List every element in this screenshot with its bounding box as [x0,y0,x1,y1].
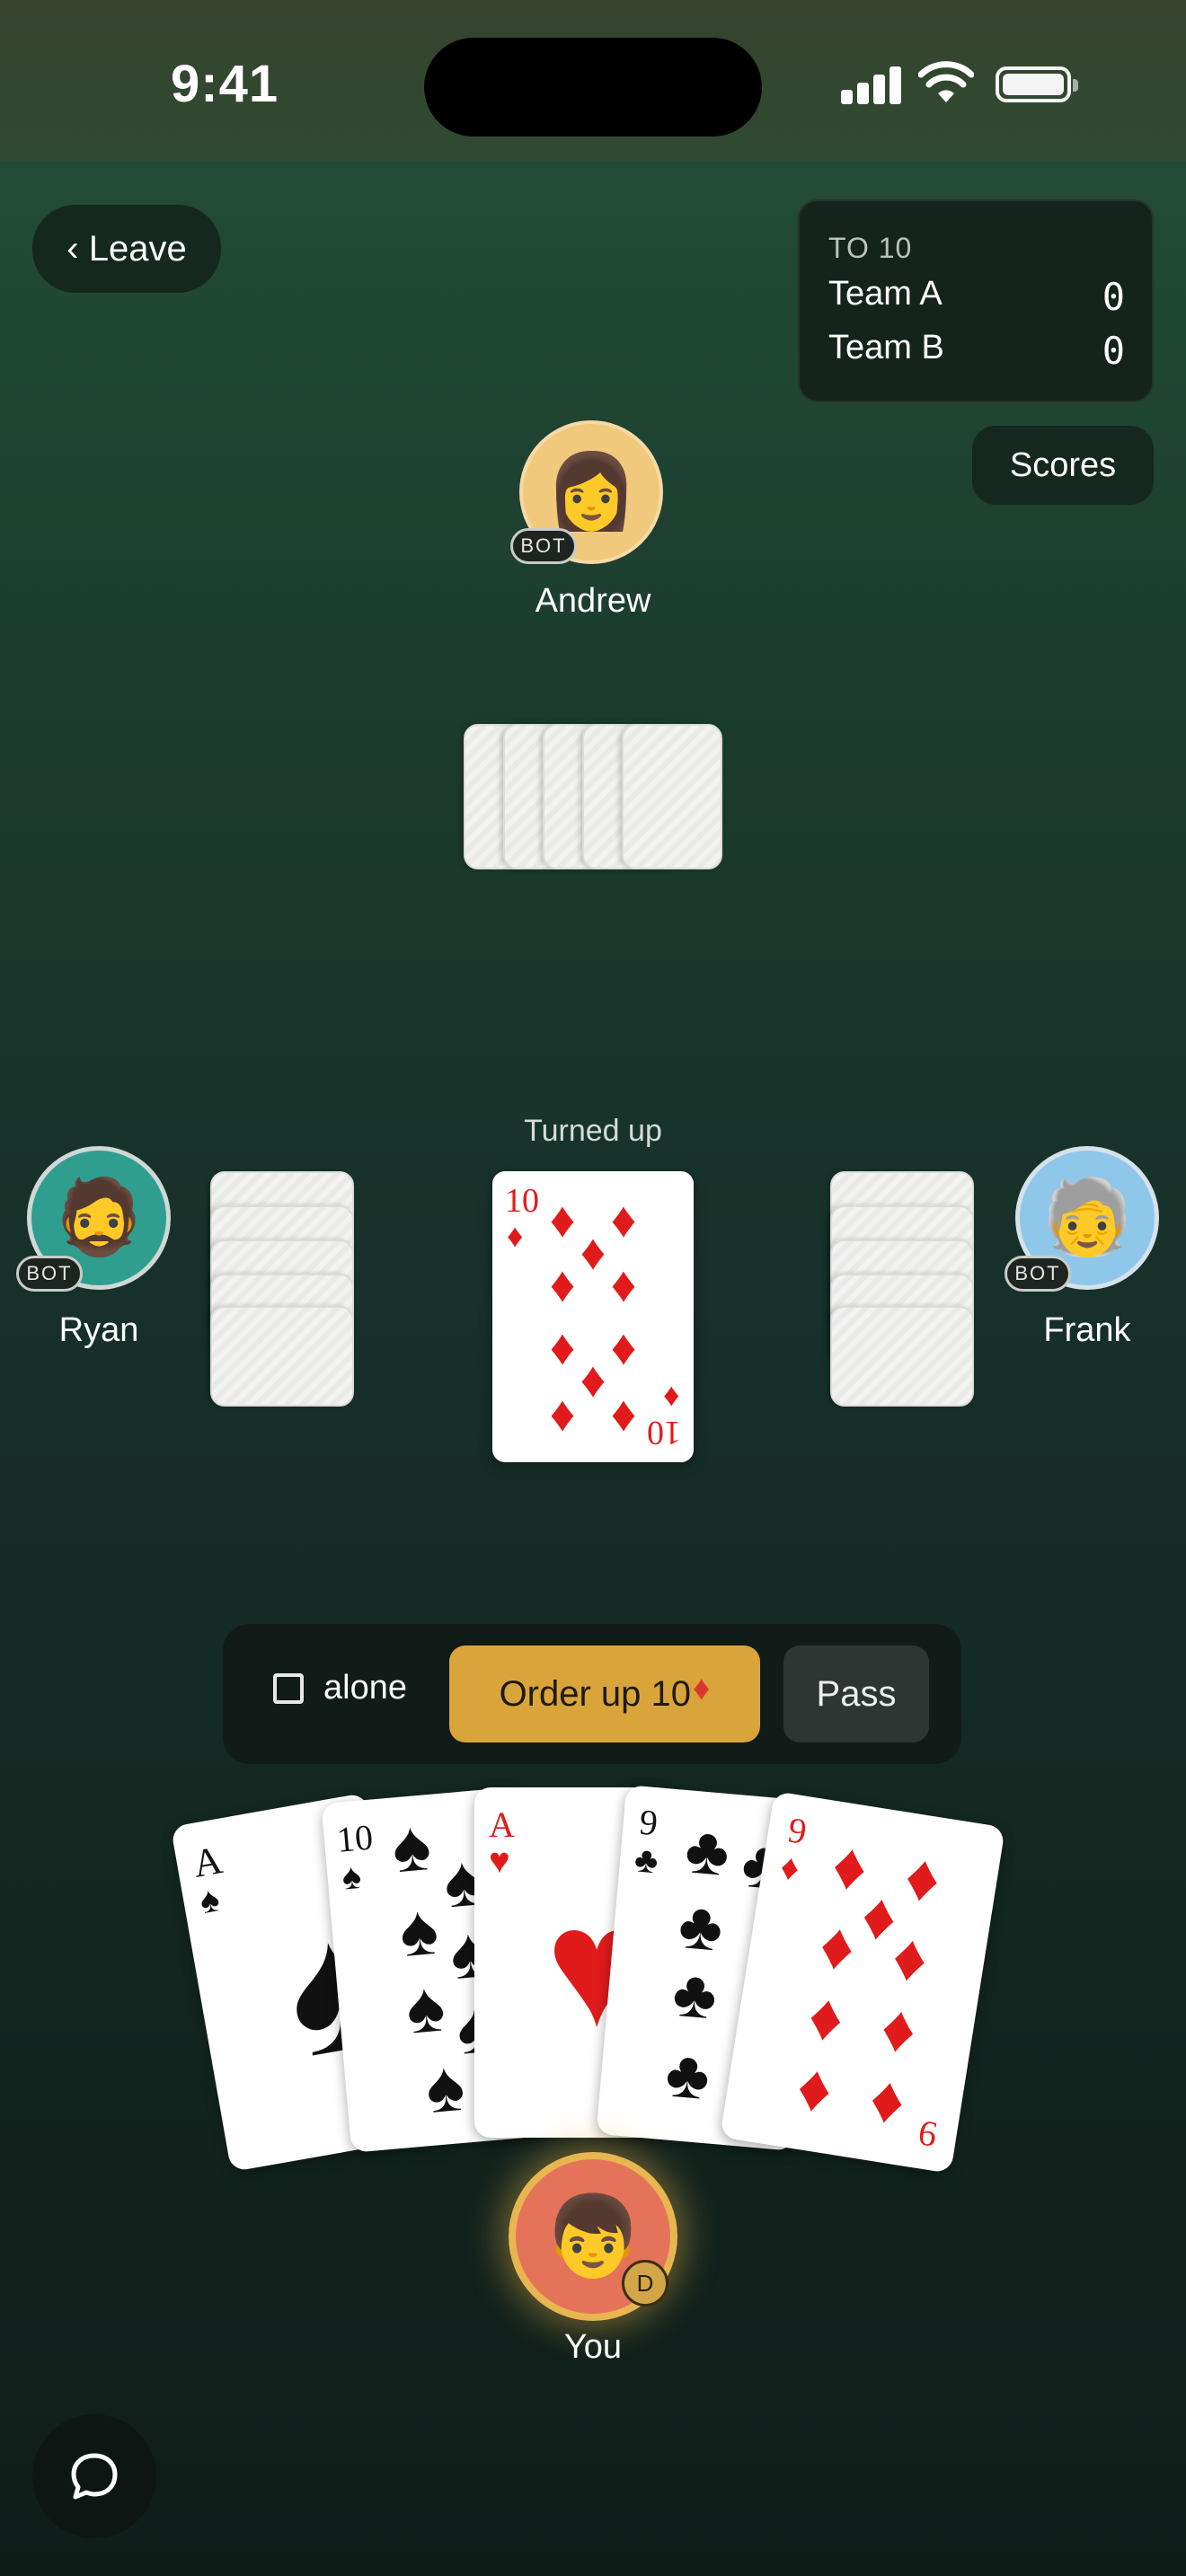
card-rank: 10 [647,1414,681,1451]
dealer-badge: D [622,2260,668,2307]
diamond-icon: ♦ [549,1319,576,1375]
card-rank: 9 [637,1801,659,1844]
card-rank: 9 [916,2113,940,2156]
diamond-icon: ♦ [864,2060,911,2139]
chat-bubble-icon [71,2453,118,2500]
diamond-icon: ♦ [792,2048,838,2128]
club-icon: ♣ [682,1812,733,1891]
score-row-team-a: Team A 0 [828,275,1125,319]
pass-button[interactable]: Pass [783,1645,929,1742]
team-score: 0 [1102,329,1125,373]
chat-button[interactable] [32,2414,156,2538]
diamond-icon: ♦ [662,1380,679,1416]
spade-icon: ♠ [396,1888,442,1972]
diamond-icon: ♦ [549,1385,576,1442]
diamond-icon: ♦ [899,1838,946,1918]
score-row-team-b: Team B 0 [828,329,1125,373]
club-icon: ♣ [669,1954,721,2033]
diamond-icon: ♦ [693,1669,711,1707]
team-name: Team A [828,275,943,313]
bid-action-bar: alone Order up 10 ♦ Pass [223,1624,961,1764]
club-icon: ♣ [662,2035,713,2114]
card-back [830,1306,974,1407]
spade-icon: ♠ [340,1855,363,1898]
card-rank: 9 [785,1809,810,1852]
status-time: 9:41 [171,55,279,113]
card-back [210,1306,354,1407]
wifi-icon [918,61,974,102]
alone-toggle[interactable]: alone [273,1669,407,1707]
team-score: 0 [1102,275,1125,319]
bot-badge: BOT [16,1256,83,1292]
card-rank: A [489,1804,515,1845]
diamond-icon: ♦ [777,1846,802,1890]
dynamic-island [424,38,762,137]
bot-badge: BOT [1005,1256,1071,1292]
card-back [622,724,722,869]
player-name-you: You [563,2328,623,2366]
order-up-label: Order up 10 [499,1673,692,1714]
diamond-icon: ♦ [580,1223,606,1280]
spade-icon: ♠ [403,1965,448,2049]
diamond-icon: ♦ [549,1256,576,1312]
heart-icon: ♥ [489,1840,510,1881]
order-up-button[interactable]: Order up 10 ♦ [449,1645,760,1742]
diamond-icon: ♦ [610,1191,637,1248]
diamond-icon: ♦ [887,1918,934,1998]
turned-up-card: 10 ♦ 10 ♦ ♦ ♦ ♦ ♦ ♦ ♦ ♦ ♦ ♦ ♦ [492,1171,694,1462]
player-name-andrew: Andrew [535,582,651,620]
club-icon: ♣ [633,1839,660,1882]
player-name-frank: Frank [1043,1311,1131,1349]
spade-icon: ♠ [422,2044,468,2129]
leave-button[interactable]: ‹ Leave [32,205,221,293]
club-icon: ♣ [676,1886,726,1965]
card-rank: 10 [335,1816,375,1860]
diamond-icon: ♦ [610,1319,637,1375]
scores-button[interactable]: Scores [972,426,1154,505]
card-rank: 10 [505,1182,539,1220]
team-name: Team B [828,329,944,366]
diamond-icon: ♦ [876,1989,922,2069]
signal-icon [841,65,902,104]
scoreboard: TO 10 Team A 0 Team B 0 [798,199,1154,402]
player-name-ryan: Ryan [58,1311,139,1349]
bot-badge: BOT [510,528,577,564]
alone-label: alone [323,1669,407,1707]
checkbox-icon[interactable] [273,1672,304,1704]
card-rank: A [190,1838,226,1886]
diamond-icon: ♦ [507,1218,524,1254]
diamond-icon: ♦ [610,1385,637,1442]
diamond-icon: ♦ [814,1906,861,1986]
diamond-icon: ♦ [610,1256,637,1312]
battery-icon [996,66,1078,102]
diamond-icon: ♦ [580,1351,606,1407]
turned-up-label: Turned up [524,1114,662,1148]
status-bar: 9:41 [0,0,1186,162]
scoreboard-title: TO 10 [828,232,913,264]
spade-icon: ♠ [388,1804,434,1888]
diamond-icon: ♦ [803,1977,849,2057]
diamond-icon: ♦ [549,1191,576,1248]
spade-icon: ♠ [196,1878,223,1922]
